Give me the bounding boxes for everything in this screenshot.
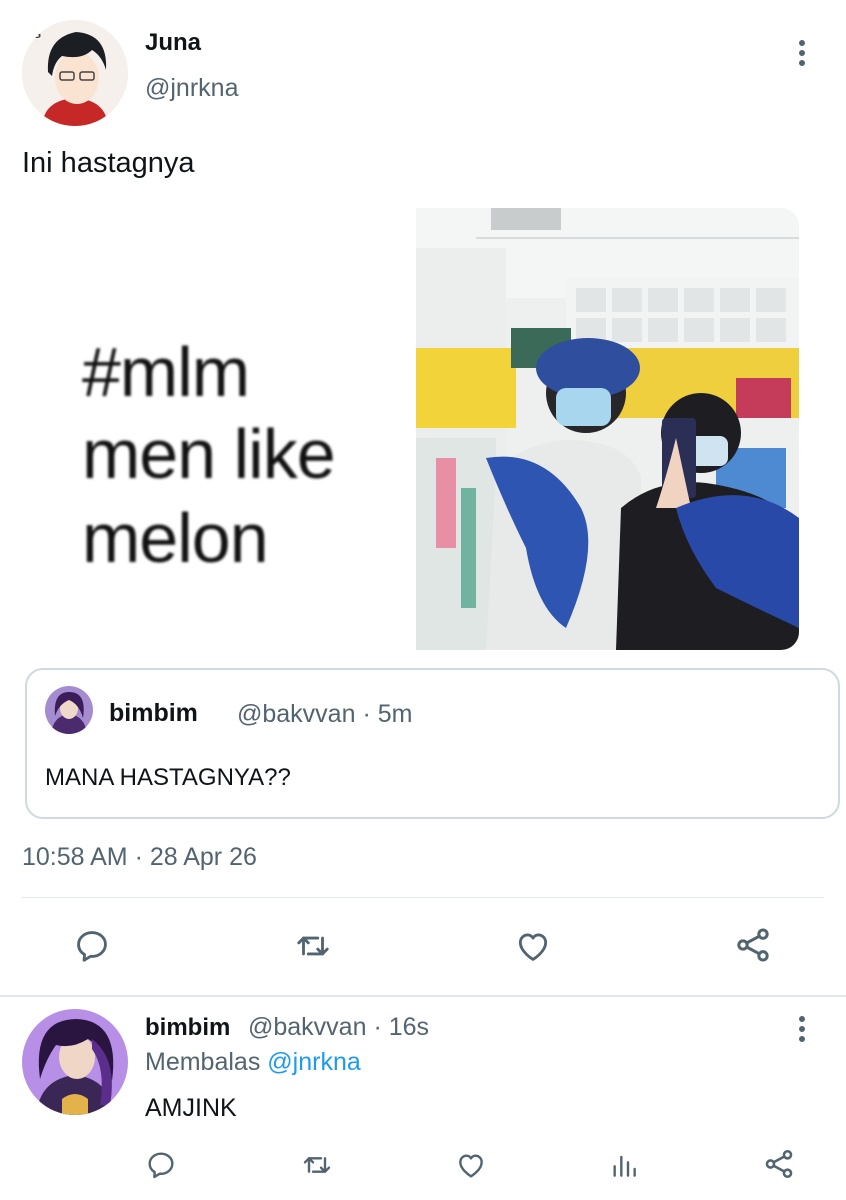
tweet-text: Ini hastagnya [22,147,195,179]
reply-icon[interactable] [145,1149,177,1181]
meme-line: men like [82,415,336,493]
author-handle[interactable]: @jnrkna [145,74,238,103]
quote-author-name: bimbim [109,699,198,727]
reply-author-meta[interactable]: @bakvvan · 16s [248,1013,429,1042]
views-icon[interactable] [608,1149,640,1181]
meme-line: #mlm [82,333,250,411]
more-options-icon[interactable] [797,1016,807,1046]
more-options-icon[interactable] [797,40,807,70]
like-icon[interactable] [513,927,553,965]
divider [0,995,846,997]
reply-text: AMJINK [145,1094,237,1122]
replying-to: Membalas @jnrkna [145,1048,361,1077]
author-name[interactable]: Juna [145,29,201,57]
quote-author-meta: @bakvvan · 5m [237,700,413,728]
divider [22,897,824,898]
share-icon[interactable] [762,1147,796,1181]
meme-line: melon [82,499,269,577]
reply-author-avatar[interactable] [22,1009,128,1115]
author-avatar[interactable]: NG [22,20,128,126]
replying-to-prefix: Membalas [145,1048,261,1076]
quoted-tweet[interactable]: bimbim @bakvvan · 5m MANA HASTAGNYA?? [25,668,840,819]
quote-text: MANA HASTAGNYA?? [45,764,291,791]
media-image-meme[interactable]: #mlm men like melon [22,208,407,650]
tweet-timestamp[interactable]: 10:58 AM · 28 Apr 26 [22,843,257,872]
replying-to-handle-link[interactable]: @jnrkna [267,1048,360,1076]
reply-author-name[interactable]: bimbim [145,1014,230,1042]
quote-author-avatar [45,686,93,734]
retweet-icon[interactable] [300,1149,334,1181]
like-icon[interactable] [454,1149,488,1181]
reply-icon[interactable] [73,927,111,965]
retweet-icon[interactable] [293,927,333,965]
media-image-photo[interactable] [416,208,799,650]
svg-text:NG: NG [26,30,41,41]
share-icon[interactable] [733,925,773,965]
